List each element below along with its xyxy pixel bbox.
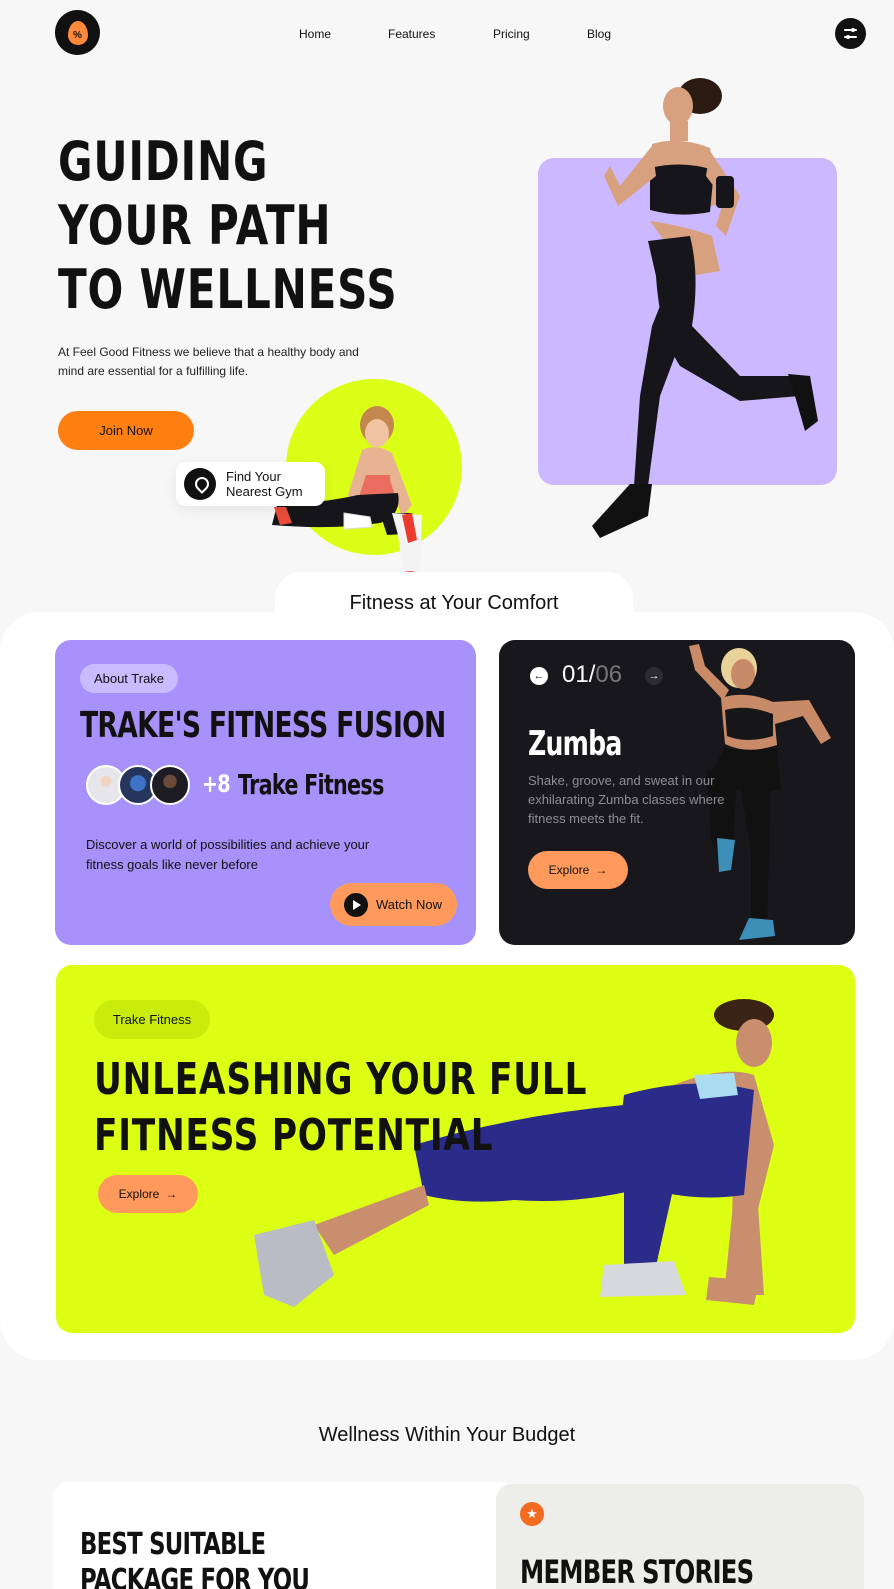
nav-pricing[interactable]: Pricing — [493, 27, 530, 41]
trake-fitness-pill: Trake Fitness — [94, 1000, 210, 1039]
explore-banner-button[interactable]: Explore → — [98, 1175, 198, 1213]
menu-button[interactable] — [835, 18, 866, 49]
arrow-right-icon: → — [165, 1187, 178, 1201]
watch-now-button[interactable]: Watch Now — [330, 883, 457, 926]
find-gym-card[interactable]: Find Your Nearest Gym — [176, 462, 325, 506]
group-label: Trake Fitness — [238, 768, 384, 801]
explore-class-button[interactable]: Explore → — [528, 851, 628, 889]
arrow-right-icon: → — [595, 863, 608, 877]
banner-title: UNLEASHING YOUR FULL FITNESS POTENTIAL — [94, 1054, 588, 1161]
package-title: BEST SUITABLE PACKAGE FOR YOU — [80, 1527, 310, 1589]
gym-card-line2: Nearest Gym — [226, 484, 303, 499]
section-title-budget: Wellness Within Your Budget — [318, 1424, 576, 1446]
explore-label: Explore — [118, 1187, 160, 1201]
about-card-description: Discover a world of possibilities and ac… — [86, 837, 370, 872]
join-now-button[interactable]: Join Now — [58, 411, 194, 450]
slide-total: 06 — [595, 661, 623, 688]
section-title-comfort: Fitness at Your Comfort — [349, 592, 559, 614]
avatar-group — [86, 765, 196, 809]
star-icon: ★ — [520, 1502, 544, 1526]
nav-home[interactable]: Home — [299, 27, 331, 41]
prev-arrow-icon[interactable]: ← — [530, 667, 548, 685]
next-arrow-icon[interactable]: → — [645, 667, 663, 685]
lunge-woman-image — [254, 999, 774, 1307]
nav-features[interactable]: Features — [388, 27, 435, 41]
about-card-title: TRAKE'S FITNESS FUSION — [80, 705, 446, 746]
watch-now-label: Watch Now — [376, 897, 442, 912]
location-pin-icon — [184, 468, 216, 500]
slide-counter: 01/06 — [562, 661, 622, 689]
member-count: +8 — [202, 770, 231, 798]
class-title: Zumba — [528, 724, 622, 764]
play-icon — [344, 892, 368, 917]
stories-title: MEMBER STORIES — [520, 1553, 754, 1589]
logo[interactable]: % — [55, 10, 100, 55]
gym-card-line1: Find Your — [226, 469, 281, 484]
avatar — [150, 765, 190, 805]
slide-current: 01 — [562, 661, 589, 688]
explore-label: Explore — [548, 863, 590, 877]
hero-title: GUIDING YOUR PATH TO WELLNESS — [58, 130, 398, 321]
hero-description: At Feel Good Fitness we believe that a h… — [58, 345, 359, 378]
running-woman-image — [592, 78, 818, 538]
flame-percent-icon: % — [67, 20, 88, 45]
class-description: Shake, groove, and sweat in our exhilara… — [528, 773, 725, 826]
nav-blog[interactable]: Blog — [587, 27, 611, 41]
about-pill: About Trake — [80, 664, 178, 693]
